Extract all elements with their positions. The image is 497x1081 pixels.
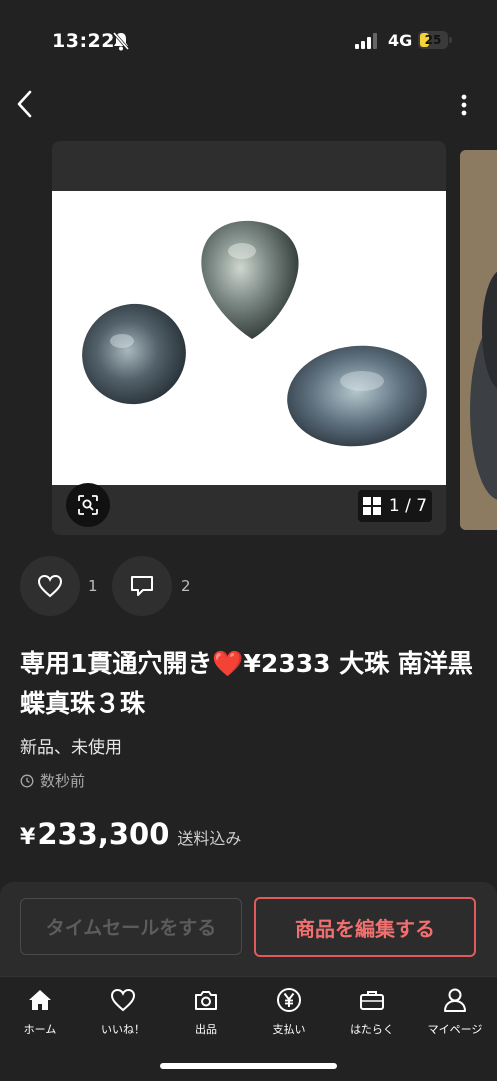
tab-payment-label: 支払い: [272, 1023, 306, 1036]
price: ¥ 233,300 送料込み: [20, 817, 241, 851]
price-value: 233,300: [37, 817, 170, 851]
network-type: 4G: [388, 31, 413, 50]
product-photo[interactable]: [52, 191, 446, 485]
home-icon: [29, 990, 51, 1010]
comment-icon: [131, 576, 153, 596]
image-total: 7: [416, 496, 428, 516]
tab-likes-label: いいね！: [101, 1023, 145, 1036]
price-currency: ¥: [20, 825, 36, 850]
grid-icon: [362, 497, 381, 515]
back-icon[interactable]: [12, 88, 40, 120]
scan-search-icon: [78, 495, 98, 515]
tab-home-label: ホーム: [23, 1023, 57, 1036]
bell-muted-icon: [112, 32, 130, 51]
person-icon: [444, 988, 466, 1012]
more-options-icon[interactable]: [450, 92, 478, 118]
image-current: 1: [388, 496, 400, 516]
tab-mypage[interactable]: マイページ: [415, 985, 495, 1037]
battery-icon: 25: [418, 31, 452, 49]
tab-work[interactable]: はたらく: [332, 985, 412, 1037]
product-condition: 新品、未使用: [20, 738, 122, 758]
tab-likes[interactable]: いいね！: [83, 985, 163, 1037]
comment-count: 2: [181, 577, 191, 595]
status-time: 13:22: [52, 30, 115, 52]
edit-item-button[interactable]: 商品を編集する: [254, 897, 476, 957]
tab-work-label: はたらく: [350, 1023, 394, 1036]
timesale-button[interactable]: タイムセールをする: [20, 898, 242, 955]
seller-action-panel: タイムセールをする 商品を編集する: [0, 882, 497, 976]
shipping-label: 送料込み: [177, 829, 242, 848]
home-indicator: [160, 1063, 337, 1069]
like-count: 1: [88, 577, 98, 595]
tab-payment[interactable]: 支払い: [249, 985, 329, 1037]
tab-mypage-label: マイページ: [427, 1023, 483, 1036]
briefcase-icon: [360, 991, 384, 1010]
battery-level: 25: [424, 33, 442, 47]
posted-time-text: 数秒前: [40, 772, 86, 790]
yen-icon: [277, 988, 301, 1012]
next-image-photo: [460, 150, 497, 530]
product-image-card[interactable]: 1 / 7: [52, 141, 446, 535]
image-counter[interactable]: 1 / 7: [358, 490, 432, 522]
tab-sell[interactable]: 出品: [166, 985, 246, 1037]
posted-time: 数秒前: [20, 770, 85, 791]
heart-icon: [110, 988, 136, 1012]
signal-icon: [355, 33, 377, 49]
clock-icon: [20, 774, 34, 787]
product-title: 専用1貫通穴開き❤️¥2333 大珠 南洋黒蝶真珠３珠: [20, 649, 473, 718]
camera-icon: [195, 991, 217, 1010]
comment-button[interactable]: [112, 556, 172, 616]
tab-sell-label: 出品: [195, 1023, 217, 1036]
next-image-peek[interactable]: [460, 150, 497, 530]
image-separator: /: [405, 496, 411, 516]
image-counter-text: 1 / 7: [389, 496, 427, 516]
heart-icon: [37, 574, 63, 598]
tab-home[interactable]: ホーム: [0, 985, 80, 1037]
image-search-button[interactable]: [66, 483, 110, 527]
like-button[interactable]: [20, 556, 80, 616]
